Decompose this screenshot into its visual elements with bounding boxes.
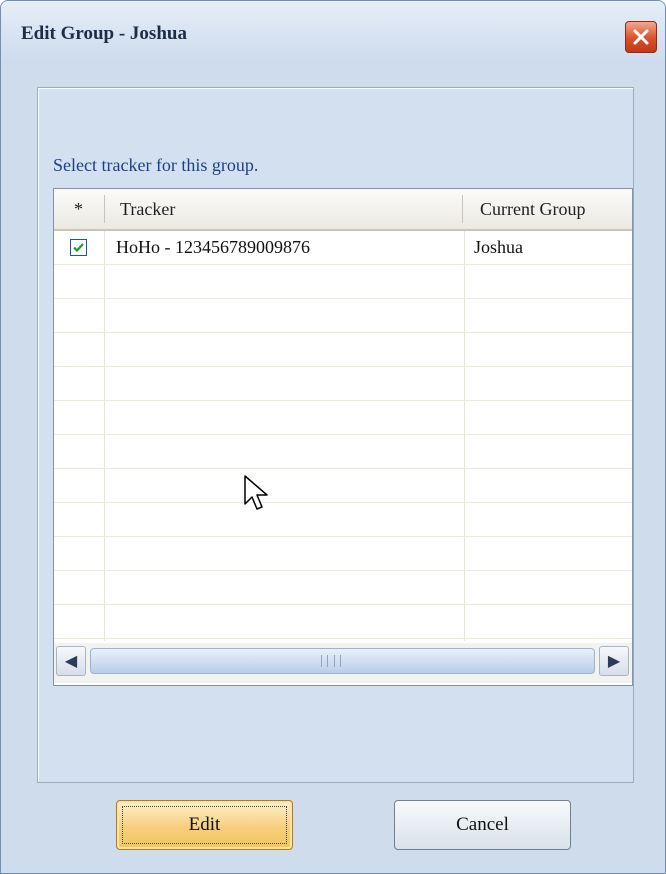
- edit-button[interactable]: Edit: [116, 800, 293, 850]
- column-header-current-group[interactable]: Current Group: [480, 189, 585, 229]
- scroll-right-button[interactable]: ▶: [599, 646, 629, 676]
- table-row-empty: [54, 367, 632, 401]
- column-separator: [462, 195, 463, 223]
- grip-icon: [321, 655, 341, 667]
- table-row-empty: [54, 333, 632, 367]
- tracker-cell: HoHo - 123456789009876: [116, 237, 310, 257]
- arrow-right-icon: ▶: [607, 651, 621, 670]
- table-row-empty: [54, 503, 632, 537]
- column-separator: [104, 195, 105, 223]
- close-button[interactable]: [625, 21, 657, 53]
- scrollbar-thumb[interactable]: [90, 648, 595, 674]
- table-row-empty: [54, 571, 632, 605]
- select-tracker-prompt: Select tracker for this group.: [53, 155, 259, 175]
- table-row[interactable]: HoHo - 123456789009876 Joshua: [54, 231, 632, 265]
- checkmark-icon: [73, 243, 84, 253]
- table-row-empty: [54, 265, 632, 299]
- tracker-grid: * Tracker Current Group HoHo - 123456789…: [53, 188, 633, 686]
- table-row-empty: [54, 537, 632, 571]
- table-row-empty: [54, 469, 632, 503]
- column-header-select[interactable]: *: [74, 189, 94, 229]
- table-row-empty: [54, 299, 632, 333]
- arrow-left-icon: ◀: [64, 651, 78, 670]
- table-row-empty: [54, 435, 632, 469]
- focus-rectangle: [122, 806, 287, 844]
- window-title: Edit Group - Joshua: [21, 23, 187, 44]
- current-group-cell: Joshua: [474, 237, 523, 257]
- cancel-button[interactable]: Cancel: [394, 800, 571, 850]
- close-icon: [633, 29, 649, 45]
- mouse-cursor-icon: [244, 475, 268, 510]
- scroll-left-button[interactable]: ◀: [56, 646, 86, 676]
- table-row-empty: [54, 401, 632, 435]
- row-checkbox[interactable]: [70, 239, 87, 256]
- table-row-empty: [54, 605, 632, 639]
- cancel-button-label: Cancel: [456, 814, 509, 835]
- column-header-tracker[interactable]: Tracker: [120, 189, 175, 229]
- grid-header: * Tracker Current Group: [54, 189, 632, 231]
- horizontal-scrollbar[interactable]: ◀ ▶: [54, 643, 632, 683]
- edit-group-dialog: Edit Group - Joshua Select tracker for t…: [0, 0, 666, 874]
